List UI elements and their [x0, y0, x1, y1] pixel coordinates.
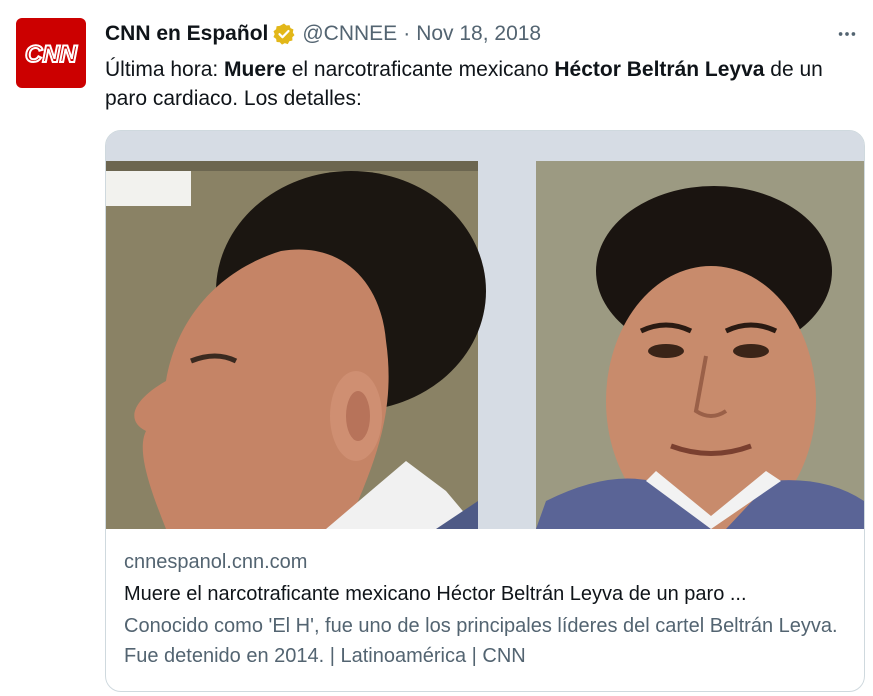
card-title[interactable]: Muere el narcotraficante mexicano Héctor…: [124, 579, 846, 609]
card-domain[interactable]: cnnespanol.cnn.com: [124, 549, 846, 575]
separator-dot: ·: [403, 22, 411, 45]
card-meta: cnnespanol.cnn.com Muere el narcotrafica…: [124, 549, 846, 671]
svg-text:CNN: CNN: [25, 41, 78, 68]
tweet-date[interactable]: Nov 18, 2018: [416, 22, 541, 46]
tweet-header: CNN en Español @CNNEE · Nov 18, 2018: [105, 20, 863, 48]
card-image[interactable]: [106, 131, 864, 529]
tweet-text-part: el narcotraficante mexicano: [285, 58, 555, 81]
more-options-button[interactable]: [833, 20, 861, 48]
card-description: Conocido como 'El H', fue uno de los pri…: [124, 615, 838, 667]
link-preview-card[interactable]: cnnespanol.cnn.com Muere el narcotrafica…: [105, 130, 865, 692]
tweet-text-bold: Héctor Beltrán Leyva: [554, 58, 765, 81]
mugshot-photos-image: [106, 131, 864, 529]
ellipsis-icon: [838, 32, 856, 36]
verified-badge-icon[interactable]: [272, 22, 296, 46]
cnn-logo-icon: CNN: [24, 40, 79, 69]
avatar[interactable]: CNN: [16, 18, 86, 88]
author-name[interactable]: CNN en Español: [105, 22, 268, 46]
tweet-text-part: Última hora:: [105, 58, 225, 81]
author-handle[interactable]: @CNNEE: [302, 22, 397, 46]
tweet-text-bold: Muere: [224, 58, 286, 81]
tweet-text: Última hora: Muere el narcotraficante me…: [105, 55, 865, 113]
